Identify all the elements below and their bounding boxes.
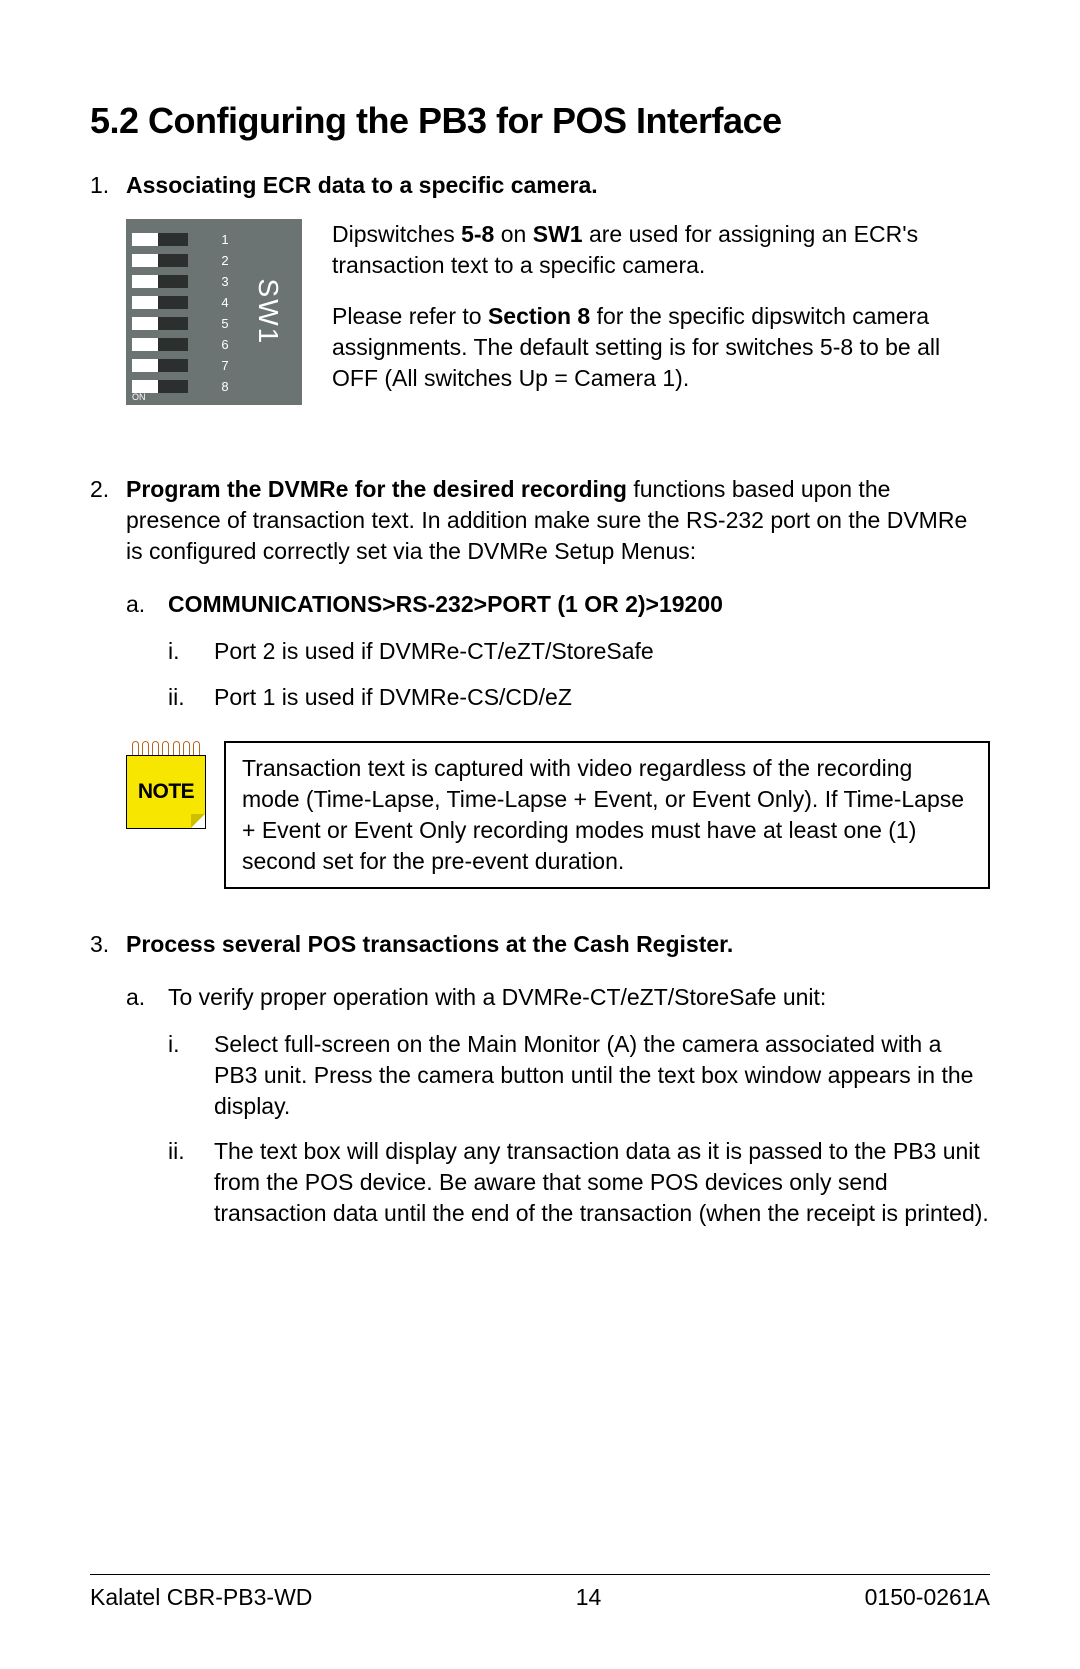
step-2: 2.Program the DVMRe for the desired reco… [126,474,990,712]
step2-number: 2. [90,474,126,505]
note-text: Transaction text is captured with video … [224,741,990,889]
step1-body-text: Dipswitches 5-8 on SW1 are used for assi… [332,219,990,414]
step3-number: 3. [90,929,126,960]
page-footer: Kalatel CBR-PB3-WD 14 0150-0261A [90,1584,990,1611]
step2-a-sublist: i.Port 2 is used if DVMRe-CT/eZT/StoreSa… [168,636,990,712]
step-3: 3.Process several POS transactions at th… [126,929,990,1229]
step2-bold: Program the DVMRe for the desired record… [126,476,627,502]
dip-on-label: ON [132,391,146,403]
step2-sublist: a.COMMUNICATIONS>RS-232>PORT (1 OR 2)>19… [126,589,990,712]
dipswitch-figure: ON 1 2 3 4 5 6 7 8 SW1 [126,219,302,414]
dip-sw1-label: SW1 [250,279,288,346]
step2-a: a.COMMUNICATIONS>RS-232>PORT (1 OR 2)>19… [168,589,990,712]
step2-a-ii: ii.Port 1 is used if DVMRe-CS/CD/eZ [214,682,990,713]
note-callout: NOTE Transaction text is captured with v… [126,741,990,889]
document-page: 5.2 Configuring the PB3 for POS Interfac… [0,0,1080,1669]
step-1: 1.Associating ECR data to a specific cam… [126,170,990,414]
footer-left: Kalatel CBR-PB3-WD [90,1584,312,1611]
footer-rule [90,1574,990,1575]
step3-sublist: a.To verify proper operation with a DVMR… [126,982,990,1229]
step1-number: 1. [90,170,126,201]
step3-a-sublist: i.Select full-screen on the Main Monitor… [168,1029,990,1229]
steps-list: 1.Associating ECR data to a specific cam… [90,170,990,713]
step3-a: a.To verify proper operation with a DVMR… [168,982,990,1229]
step3-bold: Process several POS transactions at the … [126,931,733,957]
step3-a-i: i.Select full-screen on the Main Monitor… [214,1029,990,1122]
section-heading: 5.2 Configuring the PB3 for POS Interfac… [90,100,990,142]
dip-numbers: 1 2 3 4 5 6 7 8 [215,219,236,405]
steps-list-cont: 3.Process several POS transactions at th… [90,929,990,1229]
footer-right: 0150-0261A [865,1584,990,1611]
footer-page-number: 14 [576,1584,602,1611]
step2-a-i: i.Port 2 is used if DVMRe-CT/eZT/StoreSa… [214,636,990,667]
note-icon: NOTE [126,741,206,829]
step3-a-ii: ii.The text box will display any transac… [214,1136,990,1229]
step1-title: Associating ECR data to a specific camer… [126,172,598,198]
